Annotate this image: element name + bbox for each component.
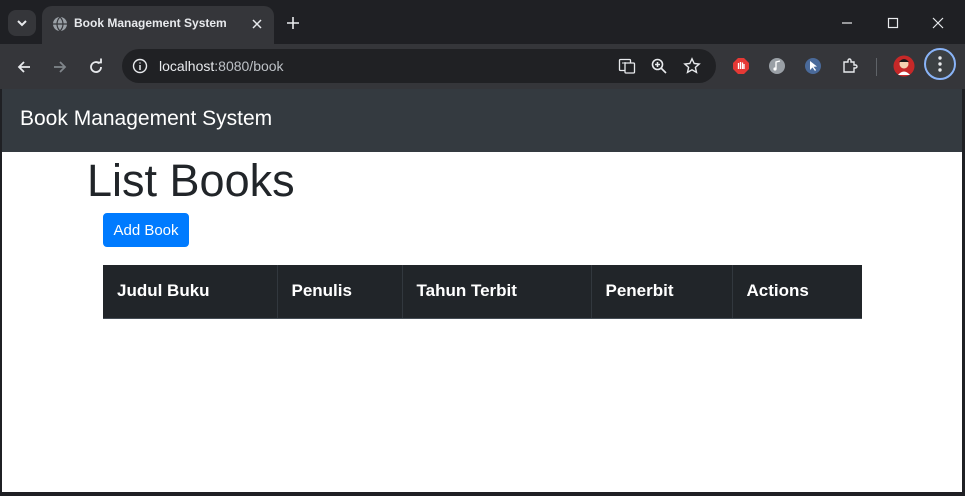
profile-avatar-icon[interactable] bbox=[893, 55, 915, 77]
info-icon[interactable] bbox=[132, 58, 148, 74]
music-extension-icon[interactable] bbox=[768, 57, 786, 75]
translate-icon[interactable] bbox=[618, 57, 636, 75]
toolbar-separator bbox=[876, 58, 877, 76]
column-header-judul-buku: Judul Buku bbox=[103, 265, 278, 319]
back-arrow-icon[interactable] bbox=[14, 57, 34, 77]
browser-tab[interactable]: Book Management System bbox=[42, 6, 274, 44]
kebab-menu-icon bbox=[938, 56, 942, 72]
star-icon[interactable] bbox=[683, 57, 701, 75]
tab-title: Book Management System bbox=[74, 16, 227, 30]
minimize-icon[interactable] bbox=[838, 14, 856, 32]
chevron-down-icon bbox=[17, 20, 27, 27]
add-book-button[interactable]: Add Book bbox=[103, 213, 189, 247]
table-header-row: Judul Buku Penulis Tahun Terbit Penerbit… bbox=[103, 265, 862, 319]
forward-arrow-icon[interactable] bbox=[50, 57, 70, 77]
address-bar[interactable]: localhost:8080/book bbox=[122, 49, 716, 83]
cursor-extension-icon[interactable] bbox=[804, 57, 822, 75]
url-text[interactable]: localhost:8080/book bbox=[159, 58, 284, 74]
column-header-tahun-terbit: Tahun Terbit bbox=[402, 265, 592, 319]
url-host: localhost bbox=[159, 58, 215, 74]
reload-icon[interactable] bbox=[86, 57, 106, 77]
table-header: Judul Buku Penulis Tahun Terbit Penerbit… bbox=[103, 265, 862, 319]
page-title: List Books bbox=[87, 155, 295, 206]
plus-icon[interactable] bbox=[284, 14, 302, 32]
books-table: Judul Buku Penulis Tahun Terbit Penerbit… bbox=[103, 265, 862, 319]
page-viewport: Book Management System List Books Add Bo… bbox=[2, 89, 962, 492]
column-header-actions: Actions bbox=[732, 265, 862, 319]
navbar: Book Management System bbox=[2, 89, 962, 152]
column-header-penerbit: Penerbit bbox=[591, 265, 733, 319]
close-icon[interactable] bbox=[250, 17, 264, 31]
navbar-brand[interactable]: Book Management System bbox=[20, 107, 272, 131]
maximize-icon[interactable] bbox=[884, 14, 902, 32]
browser-toolbar: localhost:8080/book bbox=[0, 44, 965, 89]
puzzle-icon[interactable] bbox=[841, 57, 859, 75]
tab-strip: Book Management System bbox=[0, 0, 965, 44]
adblock-extension-icon[interactable] bbox=[732, 57, 750, 75]
column-header-penulis: Penulis bbox=[277, 265, 403, 319]
url-path: :8080/book bbox=[214, 58, 284, 74]
zoom-icon[interactable] bbox=[650, 57, 668, 75]
window-close-icon[interactable] bbox=[929, 14, 947, 32]
globe-icon bbox=[53, 16, 67, 32]
browser-menu-button[interactable] bbox=[924, 48, 956, 80]
tab-search-button[interactable] bbox=[8, 10, 36, 36]
